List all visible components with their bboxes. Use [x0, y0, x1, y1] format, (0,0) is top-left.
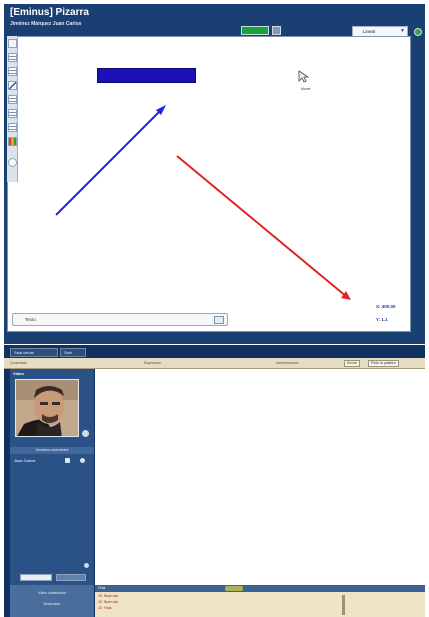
window-title: [Eminus] Pizarra: [10, 7, 89, 18]
zoom-icon[interactable]: [8, 158, 17, 167]
main-content-area[interactable]: [95, 369, 425, 607]
video-label: Video: [13, 371, 24, 376]
user-name: Jiménez Márquez Juan Carlos: [10, 21, 82, 27]
send-button[interactable]: Enviar: [344, 360, 360, 367]
line-type-value: Lineal: [363, 29, 376, 34]
info-icon[interactable]: [84, 563, 89, 568]
rectangle-tool-icon[interactable]: [8, 67, 17, 76]
line-tool-icon[interactable]: [8, 81, 17, 90]
select-tool-icon[interactable]: [8, 39, 17, 48]
participant-filter-select[interactable]: [56, 574, 86, 581]
tab-exit[interactable]: Salir: [60, 348, 86, 357]
palette-icon[interactable]: [8, 137, 17, 146]
conference-window: Sala virtual Salir Conectado Esperando I…: [4, 345, 425, 617]
arrow-tool-icon[interactable]: [8, 95, 17, 104]
whiteboard-text-box[interactable]: [97, 68, 196, 83]
status-bar: Conectado Esperando Intervenciones Envia…: [4, 358, 425, 369]
status-text-right: Intervenciones: [276, 361, 299, 365]
conference-controls: Video conferencia Moderador: [10, 585, 94, 617]
status-text-left: Conectado: [10, 361, 27, 365]
chat-message: JC: Buen día: [98, 600, 119, 604]
eraser-tool-icon[interactable]: [8, 123, 17, 132]
chat-status-badge: [225, 586, 243, 591]
status-text-mid: Esperando: [144, 361, 161, 365]
video-settings-icon[interactable]: [82, 430, 89, 437]
participant-name[interactable]: Juan Carlos: [14, 458, 35, 463]
ellipse-tool-icon[interactable]: [8, 109, 17, 118]
cursor-label: Mover: [301, 87, 311, 91]
request-floor-button[interactable]: Pedir la palabra: [368, 360, 399, 367]
video-feed: [15, 379, 79, 437]
pointer-cursor-icon: [298, 70, 310, 83]
person-avatar-icon: [16, 380, 78, 436]
moderator-button[interactable]: Moderador: [10, 602, 94, 606]
send-icon[interactable]: [214, 316, 224, 324]
microphone-icon[interactable]: [65, 458, 70, 463]
coordinate-x: X: 400.00: [376, 304, 396, 309]
chat-title: Chat: [98, 586, 106, 590]
participants-panel: Video Usuarios conectados Juan Carlos Es…: [10, 369, 94, 607]
camera-icon[interactable]: [80, 458, 85, 463]
participant-search-input[interactable]: [20, 574, 52, 581]
participants-header: Usuarios conectados: [10, 447, 94, 454]
toolbar: [7, 36, 18, 182]
close-icon[interactable]: [414, 28, 422, 36]
chat-log: JC: Buen día JC: Buen día JC: Hola: [95, 592, 425, 617]
color-dropdown-button[interactable]: [272, 26, 281, 35]
color-picker[interactable]: [241, 26, 269, 35]
text-input[interactable]: Texto: [12, 313, 228, 326]
text-tool-icon[interactable]: [8, 53, 17, 62]
chat-message: JC: Hola: [98, 606, 112, 610]
video-conference-button[interactable]: Video conferencia: [10, 591, 94, 595]
coordinate-y: Y: 1.1: [376, 317, 388, 322]
chat-header: Chat: [95, 585, 425, 592]
tab-virtual-room[interactable]: Sala virtual: [10, 348, 58, 357]
whiteboard-canvas[interactable]: [7, 36, 411, 332]
chevron-down-icon: ▼: [400, 28, 405, 34]
chat-scrollbar[interactable]: [342, 595, 345, 615]
chat-message: JC: Buen día: [98, 594, 119, 598]
